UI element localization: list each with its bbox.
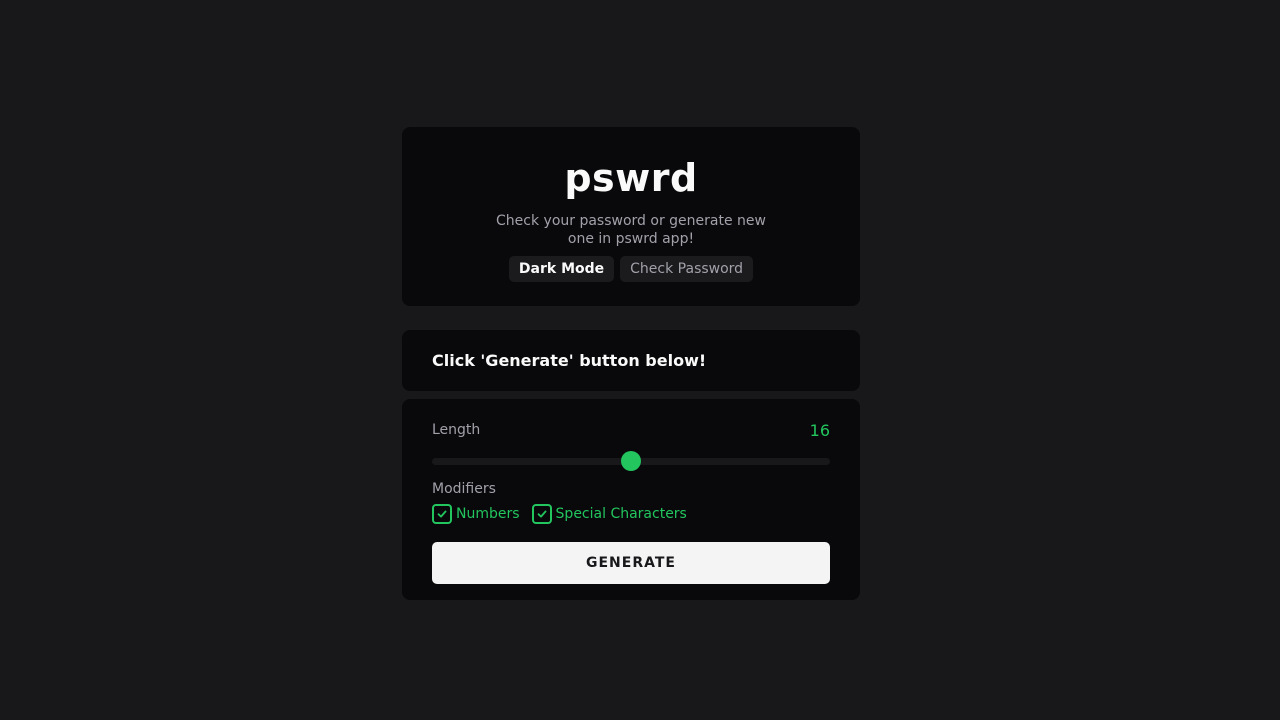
length-value: 16 [809, 420, 830, 440]
app-title: pswrd [564, 156, 698, 200]
header-buttons: Dark Mode Check Password [402, 256, 860, 282]
check-icon[interactable] [432, 504, 452, 524]
generate-button[interactable]: GENERATE [432, 542, 830, 584]
numbers-checkbox[interactable]: Numbers [432, 504, 520, 524]
length-slider-thumb[interactable] [621, 451, 641, 471]
length-row: Length 16 [432, 419, 830, 441]
modifiers-list: Numbers Special Characters [432, 504, 830, 524]
status-card: Click 'Generate' button below! [402, 330, 860, 391]
check-password-button[interactable]: Check Password [620, 256, 754, 282]
special-characters-checkbox[interactable]: Special Characters [531, 504, 687, 524]
special-characters-label: Special Characters [555, 506, 687, 522]
app-subtitle: Check your password or generate new one … [496, 213, 766, 247]
length-label: Length [432, 422, 481, 438]
length-slider[interactable] [432, 451, 830, 471]
modifiers-label: Modifiers [432, 481, 496, 497]
dark-mode-button[interactable]: Dark Mode [508, 256, 615, 282]
check-icon[interactable] [531, 504, 552, 524]
header-card: pswrd Check your password or generate ne… [402, 127, 860, 306]
status-message: Click 'Generate' button below! [432, 351, 707, 370]
app-container: pswrd Check your password or generate ne… [402, 127, 860, 600]
controls-card: Length 16 Modifiers Numbers Special Char… [402, 399, 860, 600]
numbers-label: Numbers [456, 506, 520, 522]
